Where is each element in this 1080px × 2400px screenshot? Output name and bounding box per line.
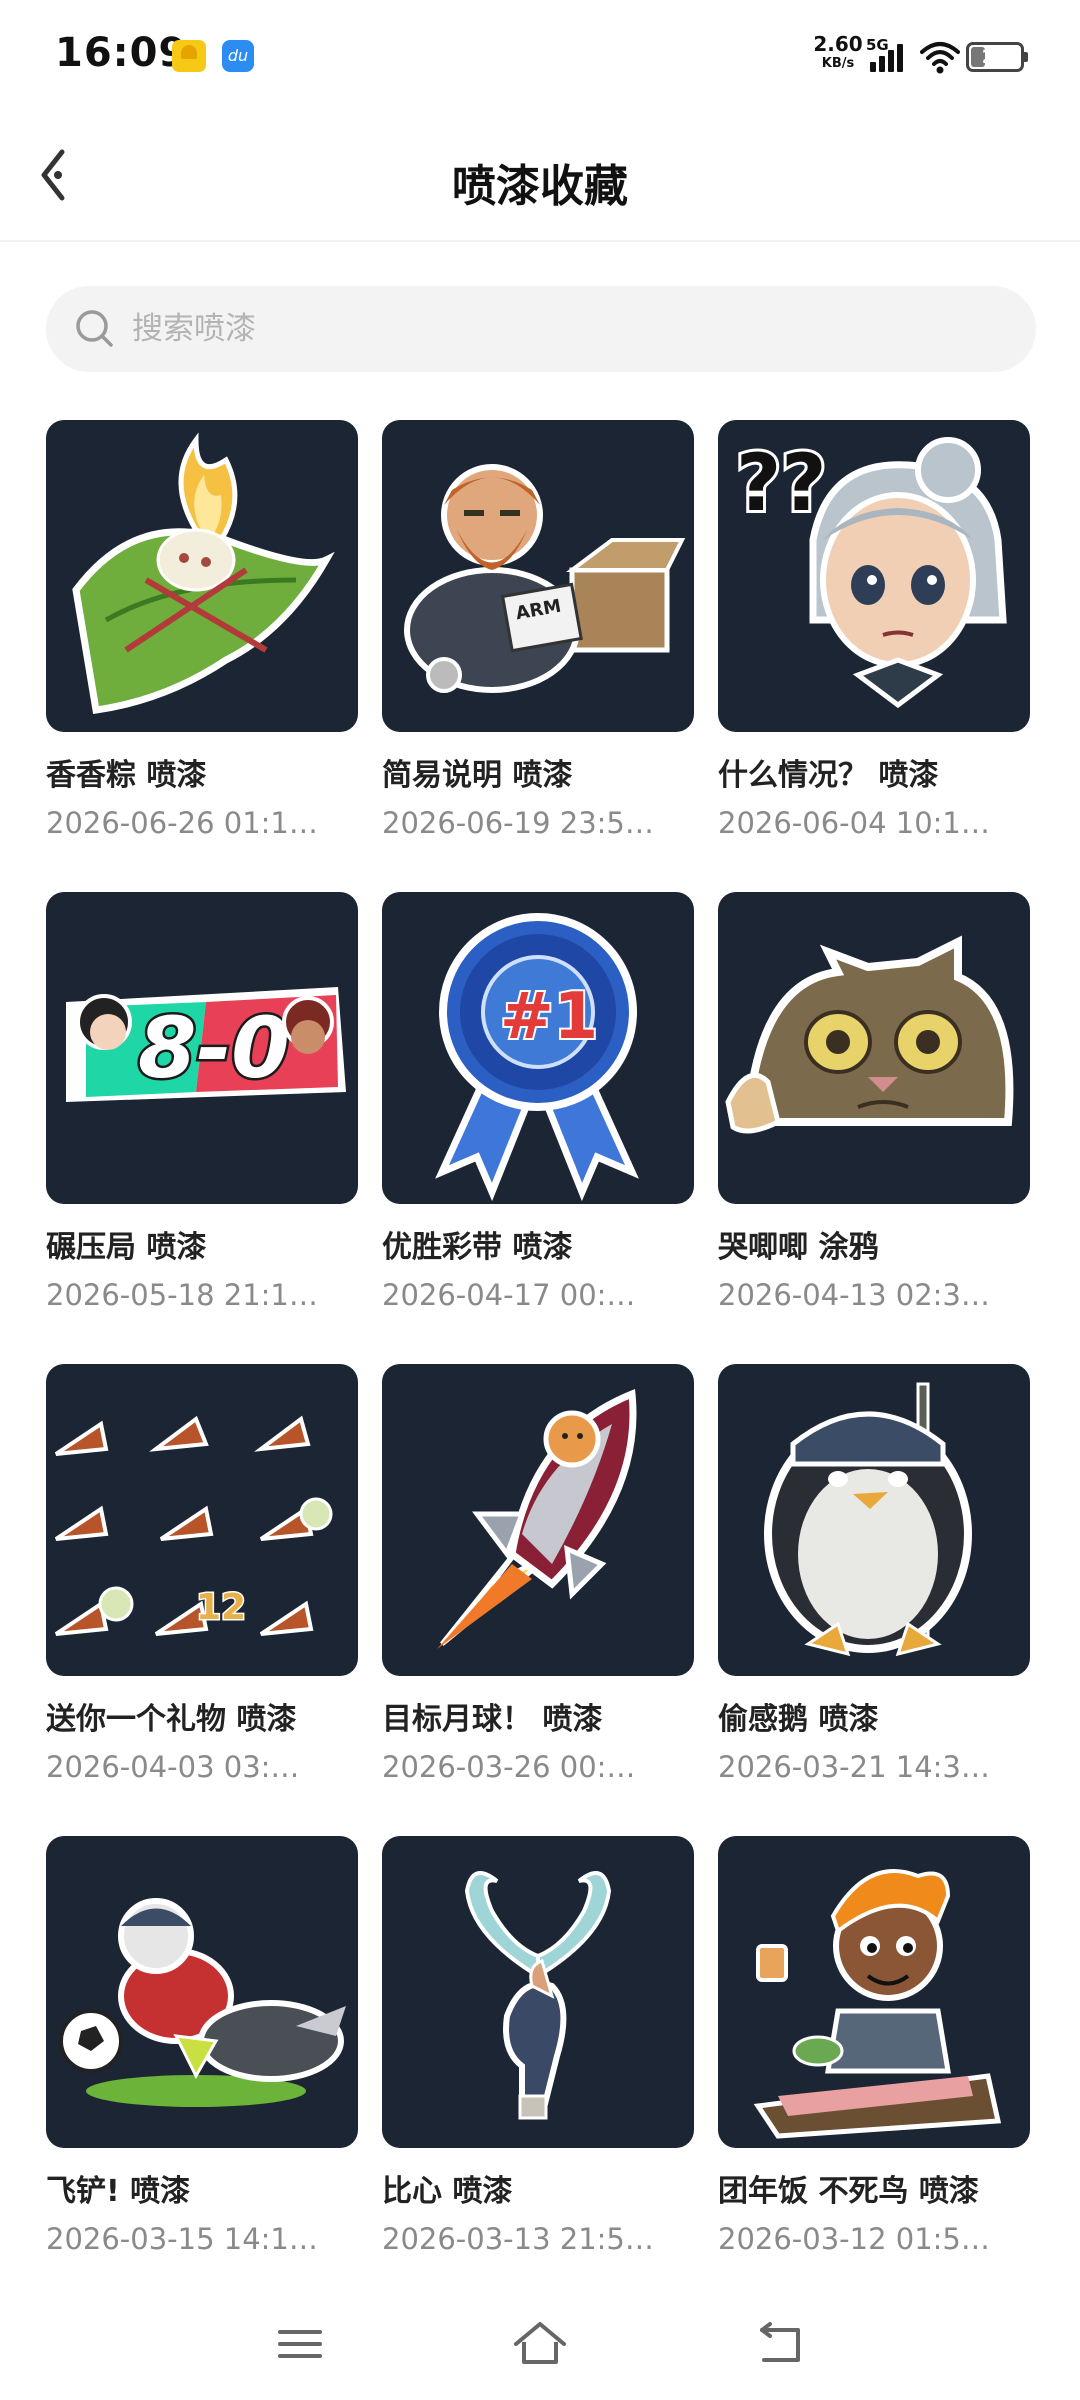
menu-icon[interactable] — [270, 2314, 330, 2374]
search-bar[interactable] — [46, 286, 1036, 372]
status-bar: 16:09 du 2.60 KB/s 5G 27 — [0, 0, 1080, 110]
slide-tackle-spray-image[interactable] — [46, 1836, 358, 2148]
spray-card[interactable]: #1 优胜彩带 喷漆 2026-04-17 00:… — [382, 892, 694, 1364]
spray-date: 2026-04-17 00:… — [382, 1278, 636, 1312]
spray-card[interactable]: 12 送你一个礼物 喷漆 2026-04-03 03:… — [46, 1364, 358, 1836]
eight-zero-spray-image[interactable]: 8-0 — [46, 892, 358, 1204]
back-icon[interactable] — [750, 2314, 810, 2374]
spray-date: 2026-05-18 21:1… — [46, 1278, 318, 1312]
page-title: 喷漆收藏 — [452, 161, 628, 212]
spray-name: 什么情况？ 喷漆 — [718, 758, 939, 793]
spray-card[interactable]: 8-0 碾压局 喷漆 2026-05-18 21:1… — [46, 892, 358, 1364]
finger-heart-spray-image[interactable] — [382, 1836, 694, 2148]
first-place-ribbon-spray-image[interactable]: #1 — [382, 892, 694, 1204]
spray-name: 目标月球！ 喷漆 — [382, 1702, 603, 1737]
search-icon — [76, 310, 113, 347]
spray-date: 2026-06-04 10:1… — [718, 806, 990, 840]
network-type: 5G — [866, 36, 889, 54]
status-time: 16:09 — [55, 30, 188, 76]
rocket-dog-spray-image[interactable] — [382, 1364, 694, 1676]
spray-name: 香香粽 喷漆 — [46, 758, 207, 793]
spray-date: 2026-04-13 02:3… — [718, 1278, 990, 1312]
app-notification-icon — [172, 40, 206, 72]
network-speed: 2.60 KB/s — [808, 34, 868, 70]
battery-icon: 27 — [966, 42, 1028, 72]
spray-date: 2026-03-15 14:1… — [46, 2222, 318, 2256]
spray-date: 2026-03-13 21:5… — [382, 2222, 654, 2256]
spray-grid: 香香粽 喷漆 2026-06-26 01:1… ARM 简易说明 喷漆 2026… — [46, 420, 1036, 2308]
title-bar: 喷漆收藏 — [0, 110, 1080, 242]
search-input[interactable] — [132, 286, 1012, 372]
question-marks-text: ?? — [736, 439, 827, 529]
spray-card[interactable]: ARM 简易说明 喷漆 2026-06-19 23:5… — [382, 420, 694, 892]
spray-name: 偷感鹅 喷漆 — [718, 1702, 879, 1737]
phoenix-dinner-spray-image[interactable] — [718, 1836, 1030, 2148]
spray-card[interactable]: 香香粽 喷漆 2026-06-26 01:1… — [46, 420, 358, 892]
crying-cat-spray-image[interactable] — [718, 892, 1030, 1204]
spray-name: 飞铲! 喷漆 — [46, 2174, 191, 2209]
spray-card[interactable]: 目标月球！ 喷漆 2026-03-26 00:… — [382, 1364, 694, 1836]
spray-card[interactable]: 哭唧唧 涂鸦 2026-04-13 02:3… — [718, 892, 1030, 1364]
spray-name: 简易说明 喷漆 — [382, 758, 573, 793]
spray-name: 送你一个礼物 喷漆 — [46, 1702, 297, 1737]
score-text: 8-0 — [138, 999, 290, 1097]
spray-card[interactable]: 比心 喷漆 2026-03-13 21:5… — [382, 1836, 694, 2308]
spray-date: 2026-03-21 14:3… — [718, 1750, 990, 1784]
cellular-signal-icon: 5G — [866, 36, 906, 76]
sneaky-penguin-spray-image[interactable] — [718, 1364, 1030, 1676]
network-speed-value: 2.60 — [813, 32, 863, 56]
rank-text: #1 — [500, 980, 598, 1054]
rice-dumpling-spray-image[interactable] — [46, 420, 358, 732]
spray-date: 2026-04-03 03:… — [46, 1750, 300, 1784]
spray-card[interactable]: 飞铲! 喷漆 2026-03-15 14:1… — [46, 1836, 358, 2308]
spray-date: 2026-03-26 00:… — [382, 1750, 636, 1784]
spray-card[interactable]: 偷感鹅 喷漆 2026-03-21 14:3… — [718, 1364, 1030, 1836]
spray-date: 2026-06-19 23:5… — [382, 806, 654, 840]
battery-percent: 27 — [981, 46, 1009, 68]
system-nav-bar — [0, 2290, 1080, 2400]
brimstone-manual-spray-image[interactable]: ARM — [382, 420, 694, 732]
app-notification-icon-2: du — [222, 40, 254, 72]
spray-date: 2026-03-12 01:5… — [718, 2222, 990, 2256]
spray-name: 哭唧唧 涂鸦 — [718, 1230, 879, 1265]
confused-girl-spray-image[interactable]: ?? — [718, 420, 1030, 732]
spray-date: 2026-06-26 01:1… — [46, 806, 318, 840]
gift-cones-spray-image[interactable]: 12 — [46, 1364, 358, 1676]
wifi-icon — [920, 42, 960, 74]
spray-name: 团年饭 不死鸟 喷漆 — [718, 2174, 979, 2209]
home-icon[interactable] — [510, 2314, 570, 2374]
spray-name: 优胜彩带 喷漆 — [382, 1230, 573, 1265]
spray-name: 碾压局 喷漆 — [46, 1230, 207, 1265]
spray-card[interactable]: 团年饭 不死鸟 喷漆 2026-03-12 01:5… — [718, 1836, 1030, 2308]
number-text: 12 — [196, 1587, 246, 1628]
spray-card[interactable]: ?? 什么情况？ 喷漆 2026-06-04 10:1… — [718, 420, 1030, 892]
spray-name: 比心 喷漆 — [382, 2174, 513, 2209]
network-speed-unit: KB/s — [821, 56, 855, 71]
